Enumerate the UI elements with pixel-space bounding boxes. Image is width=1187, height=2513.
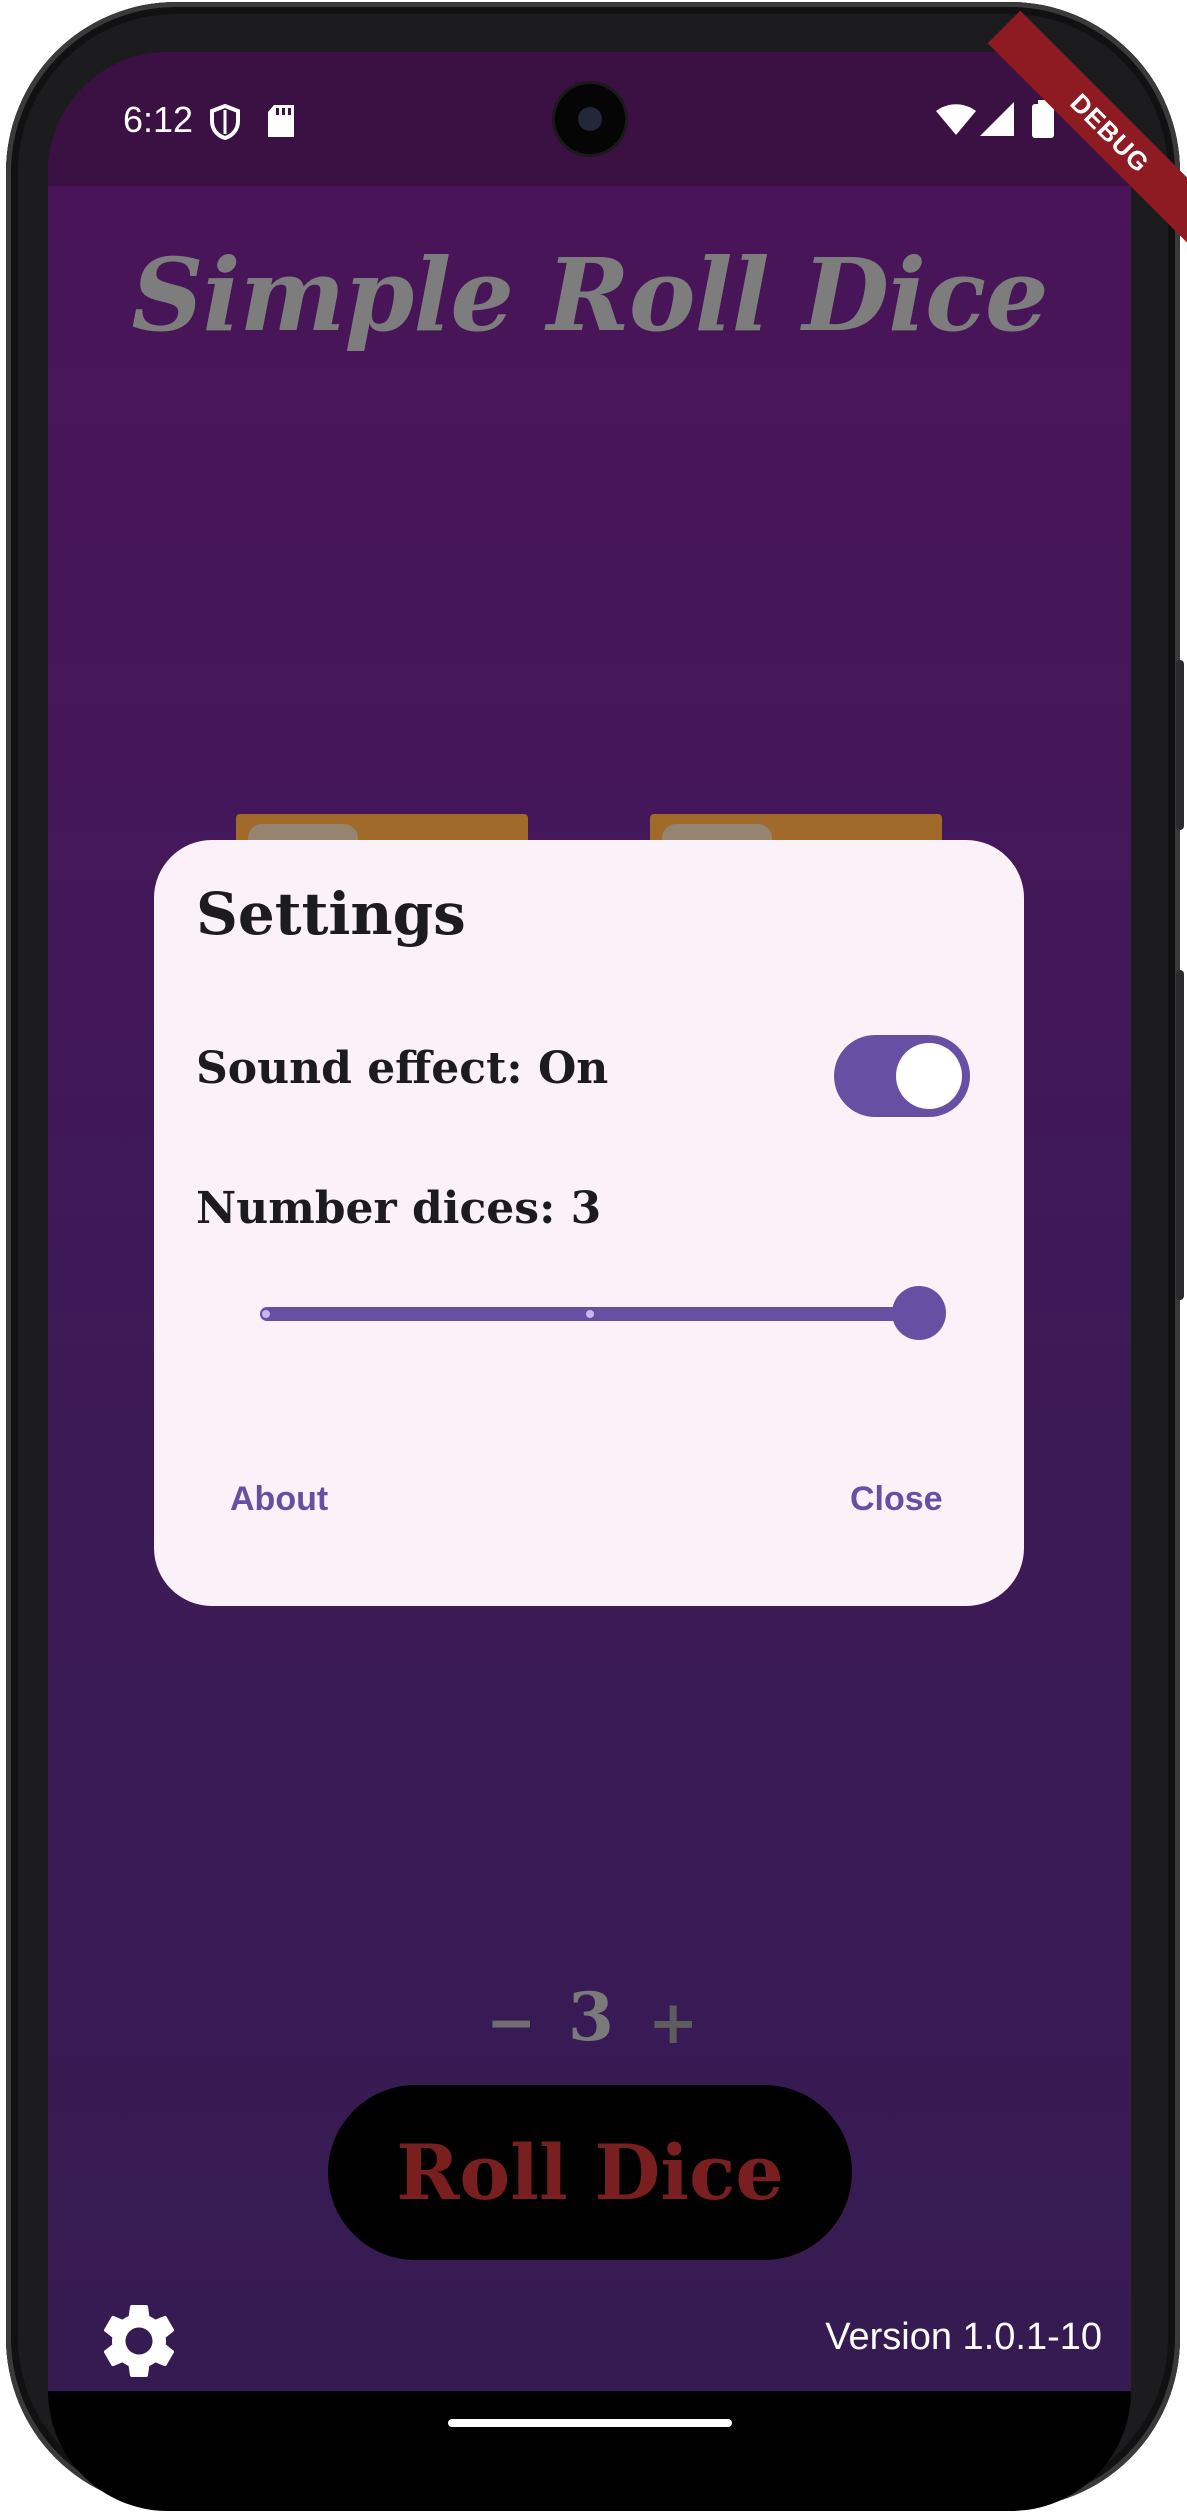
- sound-effect-label: Sound effect: On: [196, 1043, 609, 1094]
- home-indicator[interactable]: [448, 2419, 732, 2427]
- slider-tick: [262, 1310, 270, 1318]
- dialog-title: Settings: [196, 880, 466, 948]
- number-dices-label: Number dices: 3: [196, 1183, 602, 1234]
- roll-dice-label: Roll Dice: [396, 2128, 784, 2217]
- decrease-dice-button[interactable]: −: [486, 1988, 536, 2058]
- navigation-bar: [48, 2391, 1131, 2511]
- roll-dice-button[interactable]: Roll Dice: [328, 2085, 852, 2260]
- gear-icon[interactable]: [94, 2296, 184, 2386]
- increase-dice-button[interactable]: +: [648, 1988, 698, 2058]
- close-button[interactable]: Close: [850, 1480, 943, 1519]
- slider-tick: [586, 1310, 594, 1318]
- dice-count-value: 3: [568, 1978, 614, 2056]
- volume-button: [1176, 660, 1184, 830]
- power-button: [1176, 970, 1184, 1300]
- slider-thumb[interactable]: [892, 1286, 946, 1340]
- version-label: Version 1.0.1-10: [825, 2316, 1102, 2358]
- about-button[interactable]: About: [230, 1480, 328, 1519]
- switch-thumb[interactable]: [896, 1043, 962, 1109]
